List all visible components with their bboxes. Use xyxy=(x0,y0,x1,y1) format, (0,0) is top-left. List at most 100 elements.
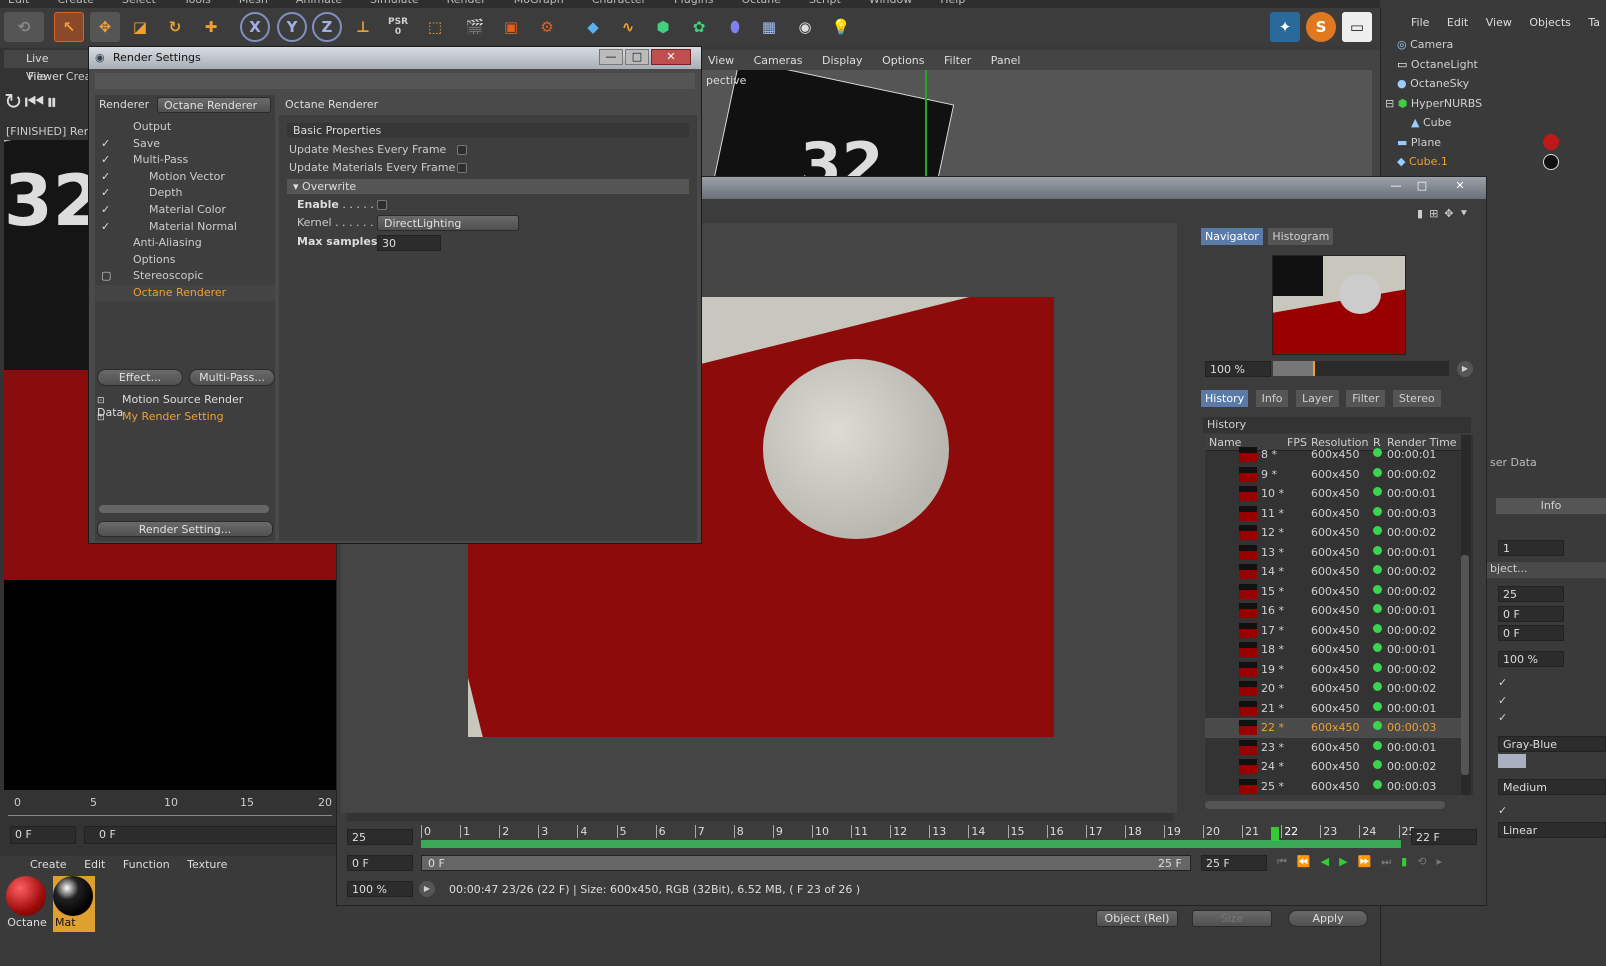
expand-icon[interactable]: ⊟ xyxy=(1385,97,1394,110)
transform-tool-icon[interactable]: ✚ xyxy=(196,12,226,42)
attr-check-4[interactable]: ✓ xyxy=(1498,804,1507,817)
size-mode-dropdown[interactable]: Size xyxy=(1192,910,1272,927)
history-row[interactable]: 23 * 600x450 00:00:01 xyxy=(1205,738,1461,758)
render-picture-viewer-icon[interactable]: ▣ xyxy=(496,12,526,42)
rs-maximize-button[interactable]: □ xyxy=(625,49,649,65)
select-tool-icon[interactable]: ↖ xyxy=(54,12,84,42)
x-axis-lock-icon[interactable]: X xyxy=(240,12,270,42)
rs-close-button[interactable]: ✕ xyxy=(651,49,691,65)
material-octane[interactable]: Octane xyxy=(6,876,48,932)
subdivision-icon[interactable]: ⬢ xyxy=(648,12,678,42)
material-menu-function[interactable]: Function xyxy=(123,858,170,871)
viewport-menu-options[interactable]: Options xyxy=(882,54,924,67)
floor-icon[interactable]: ▦ xyxy=(754,12,784,42)
live-viewer-menu-file[interactable]: File xyxy=(28,70,46,83)
layout-icon[interactable]: ▭ xyxy=(1342,12,1372,42)
pv-down-icon[interactable]: ⯆ xyxy=(1460,207,1475,220)
pv-timeline[interactable]: 0 1 2 3 4 5 6 7 8 9 10 11 12 13 14 15 16 17 18 19 20 21 22 23 24… xyxy=(421,825,1416,849)
prev-frame-icon[interactable]: ⏪ xyxy=(1297,855,1321,868)
update-meshes-checkbox[interactable] xyxy=(457,145,467,155)
enable-checkbox[interactable] xyxy=(377,200,387,210)
rs-setting-motion-source[interactable]: ⊡ Motion Source Render Data xyxy=(97,393,273,419)
pv-maximize-button[interactable]: □ xyxy=(1411,179,1433,195)
pv-minimize-button[interactable]: — xyxy=(1385,179,1407,195)
y-axis-lock-icon[interactable]: Y xyxy=(277,12,307,42)
attr-info-tab[interactable]: Info xyxy=(1496,498,1606,514)
history-row[interactable]: 9 * 600x450 00:00:02 xyxy=(1205,465,1461,485)
z-axis-lock-icon[interactable]: Z xyxy=(312,12,342,42)
attr-color-swatch[interactable] xyxy=(1498,754,1526,768)
audio-icon[interactable]: ⟲ xyxy=(1417,855,1436,868)
main-menu-item[interactable]: Character xyxy=(592,0,646,6)
object-menu-objects[interactable]: Objects xyxy=(1529,16,1571,29)
main-menu-item[interactable]: Help xyxy=(940,0,965,6)
object-menu-file[interactable]: File xyxy=(1411,16,1429,29)
viewport-menu-panel[interactable]: Panel xyxy=(991,54,1021,67)
cube-icon[interactable]: ◆ xyxy=(578,12,608,42)
timeline-current-frame-marker[interactable] xyxy=(1271,827,1280,841)
live-viewer-tab[interactable]: Live Viewer xyxy=(4,50,88,83)
skip-back-icon[interactable]: ⏮ xyxy=(24,90,46,115)
tab-history[interactable]: History xyxy=(1201,390,1249,407)
play-icon[interactable]: ▶ xyxy=(1339,855,1357,868)
main-menu-item[interactable]: Select xyxy=(122,0,156,6)
tab-stereo[interactable]: Stereo xyxy=(1392,390,1441,407)
deformer-icon[interactable]: ⬮ xyxy=(720,12,750,42)
pv-navigator-thumbnail[interactable] xyxy=(1272,255,1406,355)
history-row[interactable]: 22 * 600x450 00:00:03 xyxy=(1205,718,1461,738)
history-vscrollbar[interactable] xyxy=(1461,435,1471,795)
main-menu-item[interactable]: Render xyxy=(447,0,486,6)
main-menu-item[interactable]: Animate xyxy=(296,0,342,6)
attr-field-pct[interactable]: 100 % xyxy=(1498,651,1564,667)
rs-tree-item[interactable]: ✓ Depth xyxy=(95,185,275,201)
pv-zoom-field[interactable]: 100 % xyxy=(1205,361,1271,377)
material-menu-texture[interactable]: Texture xyxy=(187,858,227,871)
tab-layer[interactable]: Layer xyxy=(1295,390,1339,407)
tab-histogram[interactable]: Histogram xyxy=(1268,228,1334,245)
pv-close-button[interactable]: ✕ xyxy=(1445,179,1475,195)
checkbox-empty-icon[interactable]: ▢ xyxy=(101,268,111,284)
pv-add-icon[interactable]: ⊞ xyxy=(1429,207,1444,220)
history-row[interactable]: 24 * 600x450 00:00:02 xyxy=(1205,757,1461,777)
history-row[interactable]: 8 * 600x450 00:00:01 xyxy=(1205,445,1461,465)
psr-icon[interactable]: PSR 0 xyxy=(383,12,413,42)
attr-field-0b[interactable]: 0 F xyxy=(1498,625,1564,641)
render-setting-button[interactable]: Render Setting... xyxy=(97,521,273,537)
pv-start-field[interactable]: 0 F xyxy=(347,855,413,871)
object-row-cube1[interactable]: ◆ Cube.1 xyxy=(1397,155,1597,173)
material-menu-create[interactable]: Create xyxy=(30,858,67,871)
object-menu-view[interactable]: View xyxy=(1486,16,1512,29)
attr-field-25[interactable]: 25 xyxy=(1498,586,1564,602)
object-row-hypernurbs[interactable]: ⊟ ⬢ HyperNURBS xyxy=(1385,97,1597,115)
history-scroll-thumb[interactable] xyxy=(1461,555,1469,775)
pv-move-icon[interactable]: ✥ xyxy=(1444,207,1459,220)
history-row[interactable]: 19 * 600x450 00:00:02 xyxy=(1205,660,1461,680)
pv-range-bar[interactable]: 0 F 25 F xyxy=(421,855,1191,871)
history-row[interactable]: 21 * 600x450 00:00:01 xyxy=(1205,699,1461,719)
pv-split-icon[interactable]: ▮ xyxy=(1417,207,1429,220)
tag-swatch-black[interactable] xyxy=(1543,154,1559,170)
rs-tree-item[interactable]: Octane Renderer xyxy=(95,285,275,301)
renderer-dropdown[interactable]: Octane Renderer xyxy=(157,97,271,113)
multipass-button[interactable]: Multi-Pass... xyxy=(189,369,275,386)
history-hscrollbar[interactable] xyxy=(1205,801,1445,809)
attr-field-0a[interactable]: 0 F xyxy=(1498,606,1564,622)
attr-gray-blue-dropdown[interactable]: Gray-Blue xyxy=(1498,736,1606,752)
history-row[interactable]: 17 * 600x450 00:00:02 xyxy=(1205,621,1461,641)
attr-check-3[interactable]: ✓ xyxy=(1498,711,1507,724)
viewport-menu-cameras[interactable]: Cameras xyxy=(754,54,803,67)
tab-navigator[interactable]: Navigator xyxy=(1201,228,1263,245)
viewport-menu-filter[interactable]: Filter xyxy=(944,54,971,67)
object-row-octanesky[interactable]: ● OctaneSky xyxy=(1397,77,1597,95)
rs-tree-item[interactable]: ✓ Material Color xyxy=(95,202,275,218)
object-menu-edit[interactable]: Edit xyxy=(1447,16,1468,29)
attr-linear-dropdown[interactable]: Linear xyxy=(1498,822,1606,838)
main-menu-item[interactable]: Simulate xyxy=(370,0,419,6)
array-icon[interactable]: ✿ xyxy=(684,12,714,42)
object-row-camera[interactable]: ◎ Camera xyxy=(1397,38,1597,56)
pv-zoom-arrow[interactable]: ▶ xyxy=(1457,361,1473,377)
material-menu-edit[interactable]: Edit xyxy=(84,858,105,871)
history-row[interactable]: 14 * 600x450 00:00:02 xyxy=(1205,562,1461,582)
rs-tree-item[interactable]: ✓ Save xyxy=(95,136,275,152)
rs-tree-item[interactable]: Output xyxy=(95,119,275,135)
